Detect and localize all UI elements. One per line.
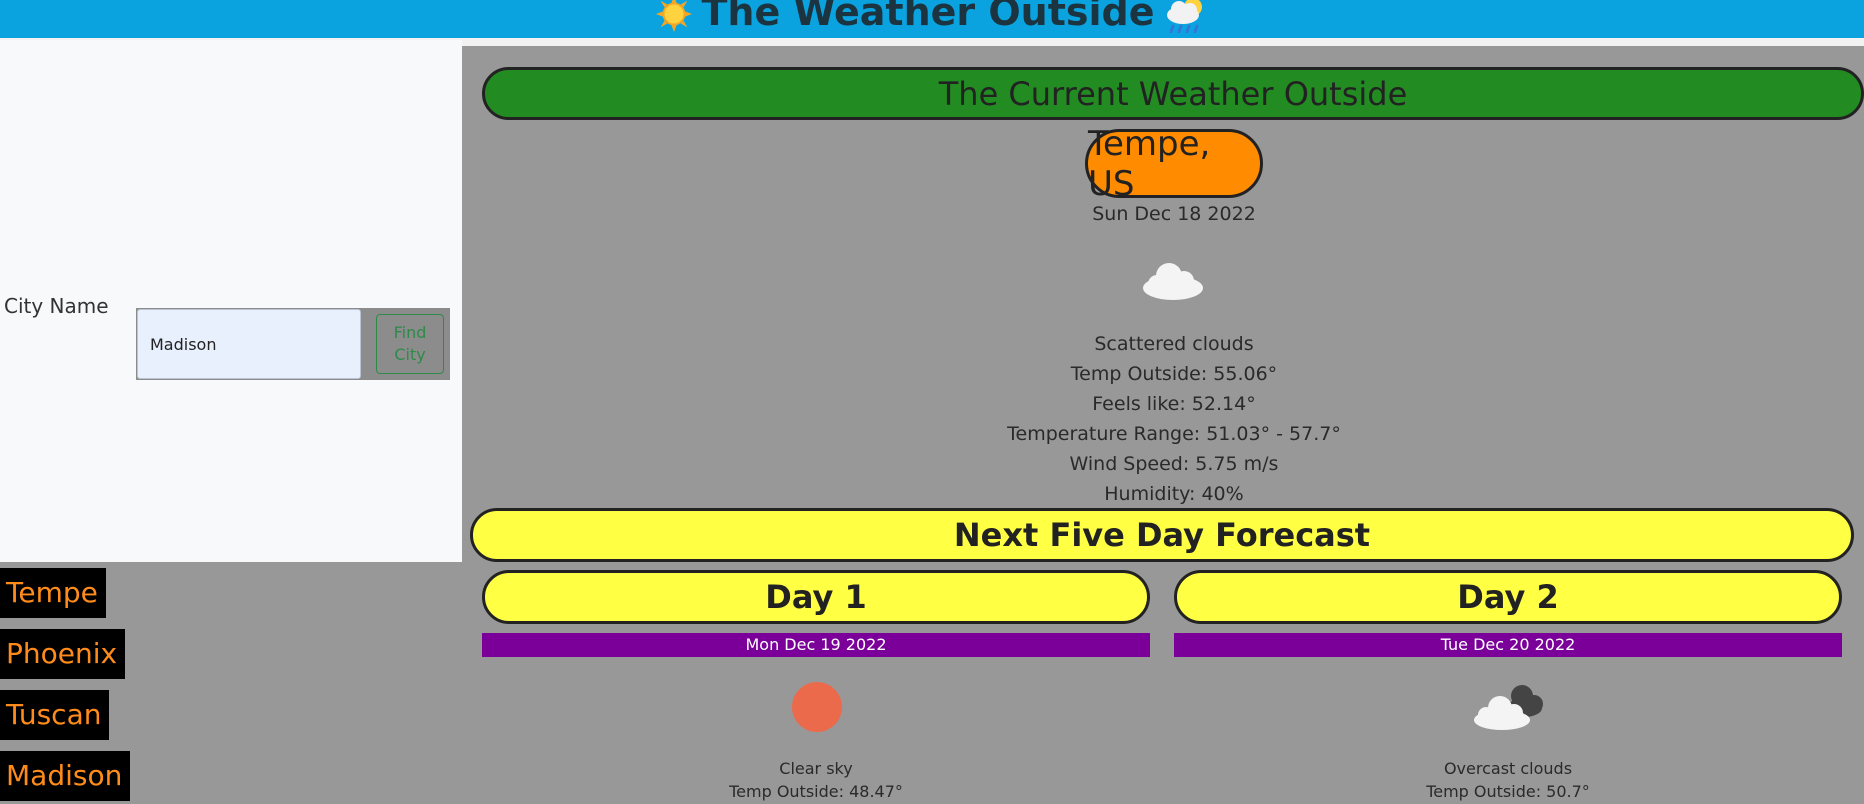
day-1-temp: Temp Outside: 48.47° xyxy=(729,782,903,801)
city-name-input[interactable] xyxy=(137,309,361,379)
cloud-icon xyxy=(1143,263,1203,300)
history-item-tuscan[interactable]: Tuscan xyxy=(0,690,110,740)
day-1-date: Mon Dec 19 2022 xyxy=(482,633,1150,657)
history-item-tempe[interactable]: Tempe xyxy=(0,568,106,618)
forecast-heading: Next Five Day Forecast xyxy=(470,508,1854,562)
current-weather-heading: The Current Weather Outside xyxy=(482,67,1864,120)
history-item-phoenix[interactable]: Phoenix xyxy=(0,629,126,679)
app-title: The Weather Outside xyxy=(701,0,1155,34)
current-wind-speed: Wind Speed: 5.75 m/s xyxy=(1069,453,1279,475)
day-2-temp: Temp Outside: 50.7° xyxy=(1426,782,1590,801)
current-temp: Temp Outside: 55.06° xyxy=(1070,363,1278,385)
current-date: Sun Dec 18 2022 xyxy=(1092,203,1256,225)
current-temp-range: Temperature Range: 51.03° - 57.7° xyxy=(1007,423,1341,445)
day-2-description: Overcast clouds xyxy=(1443,759,1573,778)
app-header: The Weather Outside xyxy=(0,0,1864,38)
day-2-heading: Day 2 xyxy=(1174,570,1842,624)
day-1-heading: Day 1 xyxy=(482,570,1150,624)
sun-circle-icon xyxy=(792,682,842,732)
current-feels-like: Feels like: 52.14° xyxy=(1092,393,1256,415)
overcast-clouds-icon xyxy=(1474,685,1543,730)
day-2-date: Tue Dec 20 2022 xyxy=(1174,633,1842,657)
history-item-madison[interactable]: Madison xyxy=(0,751,131,801)
current-description: Scattered clouds xyxy=(1094,333,1254,355)
search-panel: City Name Find City xyxy=(0,40,462,562)
current-humidity: Humidity: 40% xyxy=(1104,483,1244,505)
city-search-form: Find City xyxy=(136,308,450,380)
sun-icon xyxy=(656,0,693,33)
find-city-button[interactable]: Find City xyxy=(376,314,444,374)
day-1-description: Clear sky xyxy=(779,759,853,778)
current-city-badge: Tempe, US xyxy=(1085,124,1263,204)
city-name-label: City Name xyxy=(4,294,109,318)
cloud-rain-icon xyxy=(1166,0,1202,34)
